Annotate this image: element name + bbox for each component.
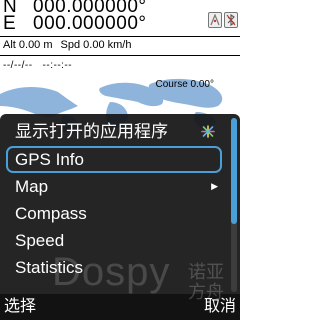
longitude-unit: ° [138,13,147,34]
status-icons [208,12,238,28]
options-menu: 显示打开的应用程序 GPS Info Map ▶ Compass Speed S… [0,114,240,294]
scrollbar-thumb[interactable] [231,118,237,224]
course-readout: Course 0.00° [155,79,214,90]
gps-signal-icon [208,12,222,28]
menu-item-gps-info[interactable]: GPS Info [6,146,222,173]
submenu-arrow-icon: ▶ [211,181,218,191]
menu-item-label: Map [15,177,49,196]
menu-item-label: Speed [15,231,65,250]
menu-item-label: GPS Info [15,150,84,169]
menu-scrollbar[interactable] [231,118,237,292]
menu-item-label: Statistics [15,258,84,277]
longitude-direction: E [3,13,17,34]
bluetooth-icon [224,12,238,28]
altitude-speed-row: Alt 0.00 m Spd 0.00 km/h [3,39,131,52]
select-softkey[interactable]: 选择 [4,294,36,320]
longitude-readout: E 000.000000° [3,14,147,33]
menu-item-speed[interactable]: Speed [6,227,222,254]
date-time-row: --/--/-- --:--:-- [3,60,72,72]
menu-item-compass[interactable]: Compass [6,200,222,227]
date-value: --/--/-- [3,60,33,71]
altitude-value: Alt 0.00 m [3,39,53,51]
menu-item-label: 显示打开的应用程序 [15,122,168,141]
divider [0,55,240,56]
softkey-bar: 选择 取消 [0,294,240,320]
menu-item-label: Compass [15,204,87,223]
speed-value: Spd 0.00 km/h [60,39,132,51]
menu-item-map[interactable]: Map ▶ [6,173,222,200]
longitude-value: 000.000000 [33,13,139,34]
menu-item-statistics[interactable]: Statistics [6,254,222,281]
cancel-softkey[interactable]: 取消 [204,294,236,320]
divider [0,36,240,37]
menu-item-show-open-apps[interactable]: 显示打开的应用程序 [6,118,222,145]
time-value: --:--:-- [42,60,73,71]
